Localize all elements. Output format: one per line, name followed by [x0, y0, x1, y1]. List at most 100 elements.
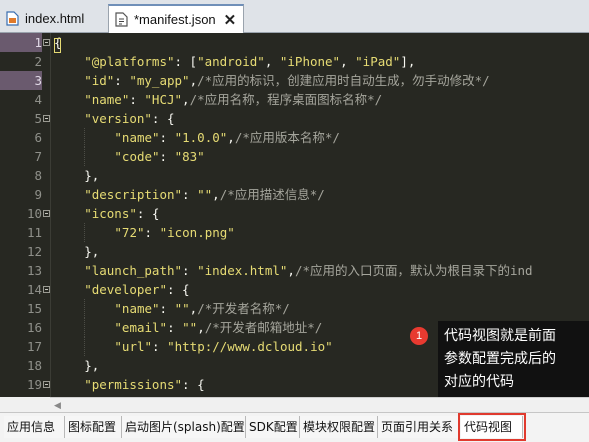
code-token: "description" — [84, 187, 183, 202]
line-number: 7 — [34, 149, 42, 164]
code-token: , — [264, 54, 280, 69]
code-token: "code" — [114, 149, 160, 164]
indent-guide — [84, 337, 86, 356]
code-token: "url" — [114, 339, 153, 354]
code-line: "name": "1.0.0",/*应用版本名称*/ — [114, 128, 340, 147]
html-file-icon — [6, 11, 19, 26]
code-token: : — [159, 301, 175, 316]
code-line: "description": "",/*应用描述信息*/ — [84, 185, 325, 204]
view-tab[interactable]: SDK配置 — [246, 416, 300, 438]
line-number: 9 — [34, 187, 42, 202]
line-number: 15 — [26, 301, 42, 316]
code-token: "name" — [114, 130, 160, 145]
callout-line: 对应的代码 — [444, 374, 514, 390]
annotation-callout: 代码视图就是前面 参数配置完成后的 对应的代码 — [438, 321, 589, 397]
line-number: 17 — [26, 339, 42, 354]
code-line: }, — [84, 356, 99, 375]
scroll-corner — [0, 397, 50, 412]
view-tab[interactable]: 代码视图 — [458, 413, 526, 441]
line-number: 4 — [34, 92, 42, 107]
code-token: "my_app" — [129, 73, 190, 88]
code-token: , — [212, 187, 220, 202]
close-tab-icon[interactable]: ✕ — [224, 11, 237, 29]
code-token: "permissions" — [84, 377, 183, 392]
code-token: : — [152, 339, 168, 354]
code-token: : [ — [174, 54, 198, 69]
view-tab[interactable]: 图标配置 — [65, 416, 122, 438]
code-token: , — [189, 73, 198, 88]
view-tab[interactable]: 模块权限配置 — [300, 416, 378, 438]
code-token: "name" — [114, 301, 160, 316]
code-token: "http://www.dcloud.io" — [167, 339, 333, 354]
code-token: "version" — [84, 111, 152, 126]
code-token: "launch_path" — [84, 263, 183, 278]
code-editor[interactable]: 1 2 3 4 5 6 7 8 9 10 11 12 13 14 15 16 17 18 19 {"@platfor… — [0, 33, 589, 397]
code-token: , — [287, 263, 295, 278]
code-line: "email": "",/*开发者邮箱地址*/ — [114, 318, 322, 337]
line-number-gutter: 1 2 3 4 5 6 7 8 9 10 11 12 13 14 15 16 17 18 19 — [0, 33, 51, 397]
code-token: /*开发者邮箱地址*/ — [204, 320, 323, 335]
code-line: }, — [84, 166, 99, 185]
code-token: "id" — [84, 73, 115, 88]
code-token: }, — [84, 358, 100, 373]
code-token: /*应用描述信息*/ — [219, 187, 325, 202]
line-number: 8 — [34, 168, 42, 183]
view-tab[interactable]: 启动图片(splash)配置 — [122, 416, 246, 438]
code-token: : { — [136, 206, 160, 221]
code-line: "version": { — [84, 109, 174, 128]
code-token: "HCJ" — [144, 92, 183, 107]
tab-index-html[interactable]: index.html — [0, 4, 108, 33]
fold-toggle-icon[interactable] — [43, 39, 50, 46]
code-token: "iPhone" — [279, 54, 341, 69]
code-line: }, — [84, 242, 99, 261]
view-tab[interactable]: 应用信息 — [4, 416, 65, 438]
manifest-view-tabs: 应用信息 图标配置 启动图片(splash)配置 SDK配置 模块权限配置 页面引用关系代… — [0, 412, 589, 442]
line-number: 14 — [26, 282, 42, 297]
fold-toggle-icon[interactable] — [43, 115, 50, 122]
code-token: /*应用的标识，创建应用时自动生成，勿手动修改*/ — [197, 73, 490, 88]
code-token: "developer" — [84, 282, 167, 297]
code-token: , — [340, 54, 356, 69]
scroll-left-icon[interactable]: ◀ — [54, 401, 61, 411]
line-number: 1 — [0, 33, 42, 52]
json-file-icon — [115, 12, 128, 27]
line-number: 18 — [26, 358, 42, 373]
code-token: "index.html" — [197, 263, 288, 278]
fold-toggle-icon[interactable] — [43, 381, 50, 388]
code-token: }, — [84, 168, 100, 183]
indent-guide — [84, 318, 86, 337]
code-line: "@platforms": ["android", "iPhone", "iPa… — [84, 52, 415, 71]
code-token: : — [182, 263, 198, 278]
code-token: : { — [151, 111, 175, 126]
code-token: "email" — [114, 320, 168, 335]
code-token: : — [159, 130, 175, 145]
line-number: 2 — [34, 54, 42, 69]
fold-toggle-icon[interactable] — [43, 210, 50, 217]
code-token: : — [182, 187, 198, 202]
view-tab[interactable]: 页面引用关系 — [378, 416, 459, 438]
code-token: /*应用的入口页面，默认为根目录下的ind — [294, 263, 533, 278]
indent-guide — [84, 299, 86, 318]
code-line: "launch_path": "index.html",/*应用的入口页面，默认… — [84, 261, 532, 280]
code-token: "" — [174, 301, 190, 316]
code-token: "name" — [84, 92, 130, 107]
code-token: /*应用版本名称*/ — [234, 130, 340, 145]
code-token: "" — [197, 187, 213, 202]
fold-toggle-icon[interactable] — [43, 286, 50, 293]
code-token: : — [144, 225, 160, 240]
horizontal-scrollbar[interactable]: ◀ — [50, 397, 589, 412]
code-token: "iPad" — [355, 54, 401, 69]
code-token: , — [197, 320, 205, 335]
matching-brace-highlight — [54, 38, 61, 53]
callout-line: 参数配置完成后的 — [444, 351, 556, 367]
code-line: "name": "",/*开发者名称*/ — [114, 299, 289, 318]
indent-guide — [84, 147, 86, 166]
line-number: 16 — [26, 320, 42, 335]
line-number: 10 — [26, 206, 42, 221]
indent-guide — [84, 223, 86, 242]
line-number: 3 — [0, 71, 42, 90]
line-number: 12 — [26, 244, 42, 259]
code-line: "code": "83" — [114, 147, 204, 166]
tab-manifest-json[interactable]: *manifest.json ✕ — [108, 4, 244, 33]
code-token: "83" — [174, 149, 205, 164]
